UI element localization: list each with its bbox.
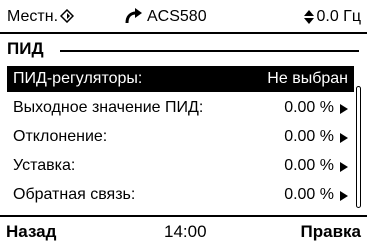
arrow-right-icon bbox=[340, 104, 348, 114]
list-item-label: Обратная связь: bbox=[13, 186, 136, 203]
control-panel-screen: Местн. ACS580 0.0 Гц ПИД ПИД-регуляторы:… bbox=[0, 0, 367, 247]
drive-name: ACS580 bbox=[147, 8, 207, 25]
list-item-value: 0.00 % bbox=[284, 157, 334, 174]
list-item-value: Не выбран bbox=[267, 70, 348, 87]
page-title: ПИД bbox=[7, 39, 50, 59]
back-button[interactable]: Назад bbox=[6, 222, 56, 242]
reference-label: 0.0 Гц bbox=[316, 8, 361, 25]
list-item-setpoint[interactable]: Уставка: 0.00 % bbox=[7, 153, 354, 179]
location-label: Местн. bbox=[7, 8, 59, 25]
control-location: Местн. bbox=[7, 8, 75, 26]
list-item-label: ПИД-регуляторы: bbox=[13, 70, 143, 87]
list-item-pid-controllers[interactable]: ПИД-регуляторы: Не выбран bbox=[7, 66, 354, 92]
status-bar: Местн. ACS580 0.0 Гц bbox=[0, 0, 367, 34]
arrow-right-icon bbox=[340, 133, 348, 143]
arrow-right-icon bbox=[340, 162, 348, 172]
scrollbar-thumb[interactable] bbox=[356, 86, 361, 208]
list-item-value: % bbox=[320, 213, 332, 214]
parameter-list: ПИД-регуляторы: Не выбран Выходное значе… bbox=[0, 66, 367, 214]
edit-button[interactable]: Правка bbox=[301, 222, 361, 242]
drive-info: ACS580 bbox=[122, 8, 207, 26]
rotation-clockwise-icon bbox=[122, 8, 144, 26]
list-item-deviation[interactable]: Отклонение: 0.00 % bbox=[7, 124, 354, 150]
list-item-value: 0.00 % bbox=[284, 99, 334, 116]
list-item-value: 0.00 % bbox=[284, 186, 334, 203]
clock: 14:00 bbox=[164, 222, 207, 241]
list-item-pid-output[interactable]: Выходное значение ПИД: 0.00 % bbox=[7, 95, 354, 121]
list-item-partial[interactable]: % bbox=[7, 209, 354, 214]
list-item-label: Отклонение: bbox=[13, 128, 108, 145]
page-header: ПИД bbox=[0, 37, 367, 63]
reference-value: 0.0 Гц bbox=[304, 8, 361, 26]
list-item-label: Выходное значение ПИД: bbox=[13, 99, 204, 116]
list-item-value: 0.00 % bbox=[284, 128, 334, 145]
list-item-label: Уставка: bbox=[13, 157, 76, 174]
list-item-feedback[interactable]: Обратная связь: 0.00 % bbox=[7, 182, 354, 208]
up-down-arrows-icon bbox=[304, 10, 315, 24]
softkey-bar: Назад 14:00 Правка bbox=[0, 215, 367, 247]
location-diamond-icon bbox=[59, 8, 75, 26]
arrow-right-icon bbox=[340, 191, 348, 201]
title-divider bbox=[60, 50, 359, 52]
scrollbar[interactable] bbox=[356, 86, 362, 208]
